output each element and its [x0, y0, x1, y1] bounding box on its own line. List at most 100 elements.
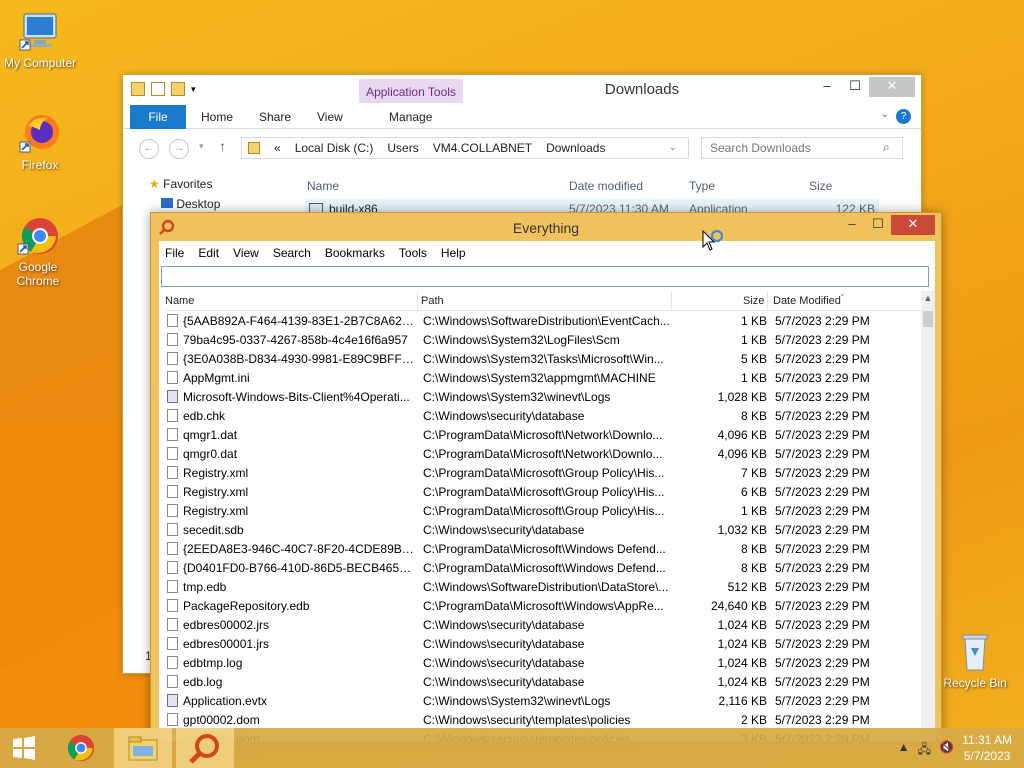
up-button[interactable]: ↑ [219, 138, 226, 154]
table-row[interactable]: qmgr1.dat C:\ProgramData\Microsoft\Networ… [163, 425, 935, 444]
chrome-icon [16, 214, 60, 258]
tab-view[interactable]: View [317, 105, 343, 129]
table-row[interactable]: secedit.sdb C:\Windows\security\database 1… [163, 520, 935, 539]
table-row[interactable]: {3E0A038B-D834-4930-9981-E89C9BFF83AA} C:… [163, 349, 935, 368]
table-row[interactable]: edbtmp.log C:\Windows\security\database 1,… [163, 653, 935, 672]
scroll-thumb[interactable] [923, 311, 933, 327]
forward-button[interactable]: → [169, 139, 189, 159]
scroll-up-icon[interactable]: ▲ [921, 293, 935, 303]
column-separator[interactable] [417, 292, 418, 310]
maximize-button[interactable]: ☐ [841, 77, 869, 97]
tab-share[interactable]: Share [259, 105, 291, 129]
table-row[interactable]: qmgr0.dat C:\ProgramData\Microsoft\Networ… [163, 444, 935, 463]
tab-manage[interactable]: Manage [389, 105, 432, 129]
table-row[interactable]: Registry.xml C:\ProgramData\Microsoft\Gro… [163, 463, 935, 482]
result-path: C:\Windows\security\database [423, 523, 585, 537]
result-date: 5/7/2023 2:29 PM [775, 333, 870, 347]
address-box[interactable]: « Local Disk (C:) Users VM4.COLLABNET Do… [241, 137, 689, 159]
nav-favorites[interactable]: ★ Favorites [149, 177, 220, 191]
help-icon[interactable]: ? [896, 109, 911, 124]
table-row[interactable]: 79ba4c95-0337-4267-858b-4c4e16f6a957 C:\W… [163, 330, 935, 349]
table-row[interactable]: tmp.edb C:\Windows\SoftwareDistribution\D… [163, 577, 935, 596]
ribbon-tabs: File Home Share View Manage ⌄ ? [123, 105, 921, 129]
breadcrumb-downloads[interactable]: Downloads [546, 141, 605, 155]
menu-bookmarks[interactable]: Bookmarks [325, 246, 385, 260]
table-row[interactable]: {2EEDA8E3-946C-40C7-8F20-4CDE89B59F... C:… [163, 539, 935, 558]
table-row[interactable]: edbres00001.jrs C:\Windows\security\datab… [163, 634, 935, 653]
volume-muted-icon[interactable]: 🔇 [939, 740, 954, 761]
table-row[interactable]: Registry.xml C:\ProgramData\Microsoft\Gro… [163, 482, 935, 501]
nav-desktop[interactable]: Desktop [161, 197, 220, 211]
column-name[interactable]: Name [307, 179, 339, 193]
recent-locations-icon[interactable]: ▾ [199, 141, 204, 152]
table-row[interactable]: PackageRepository.edb C:\ProgramData\Micr… [163, 596, 935, 615]
results-scrollbar[interactable]: ▲ [921, 291, 935, 741]
result-name: edbres00001.jrs [183, 637, 270, 651]
result-date: 5/7/2023 2:29 PM [775, 447, 870, 461]
breadcrumb-users[interactable]: Users [387, 141, 418, 155]
column-size[interactable]: Size [743, 295, 764, 307]
result-date: 5/7/2023 2:29 PM [775, 523, 870, 537]
menu-edit[interactable]: Edit [198, 246, 219, 260]
desktop-icon-my-computer[interactable]: My Computer [0, 10, 80, 70]
table-row[interactable]: edbres00002.jrs C:\Windows\security\datab… [163, 615, 935, 634]
table-row[interactable]: edb.log C:\Windows\security\database 1,024… [163, 672, 935, 691]
table-row[interactable]: AppMgmt.ini C:\Windows\System32\appmgmt\M… [163, 368, 935, 387]
explorer-search-input[interactable]: Search Downloads [701, 137, 903, 159]
breadcrumb-overflow[interactable]: « [274, 141, 281, 155]
menu-tools[interactable]: Tools [399, 246, 427, 260]
breadcrumb-local-disk[interactable]: Local Disk (C:) [295, 141, 374, 155]
column-date-modified[interactable]: Date modified [569, 179, 643, 193]
column-name[interactable]: Name [165, 295, 194, 307]
menu-view[interactable]: View [233, 246, 259, 260]
explorer-titlebar[interactable]: ▾ Application Tools Downloads – ☐ ✕ [123, 75, 921, 105]
file-icon [167, 656, 178, 669]
table-row[interactable]: Application.evtx C:\Windows\System32\wine… [163, 691, 935, 710]
back-button[interactable]: ← [139, 139, 159, 159]
column-size[interactable]: Size [809, 179, 832, 193]
result-name: edb.log [183, 675, 223, 689]
ribbon-expand-icon[interactable]: ⌄ [881, 109, 889, 120]
column-date-modified[interactable]: Date Modified [773, 295, 841, 307]
table-row[interactable]: edb.chk C:\Windows\security\database 8 KB 5… [163, 406, 935, 425]
column-separator[interactable] [671, 292, 672, 310]
tab-file[interactable]: File [130, 105, 186, 129]
column-separator[interactable] [767, 292, 768, 310]
everything-search-input[interactable] [161, 266, 929, 287]
address-dropdown-icon[interactable]: ⌄ [669, 142, 677, 153]
table-row[interactable]: {D0401FD0-B766-410D-86D5-BECB465F99... C:… [163, 558, 935, 577]
close-button[interactable]: ✕ [869, 77, 915, 97]
table-row[interactable]: {5AAB892A-F464-4139-83E1-2B7C8A621C... C:… [163, 311, 935, 330]
result-path: C:\Windows\System32\LogFiles\Scm [423, 333, 620, 347]
close-button[interactable]: ✕ [891, 215, 935, 235]
network-icon[interactable]: 🖧 [918, 740, 931, 761]
column-path[interactable]: Path [421, 295, 444, 307]
tab-home[interactable]: Home [201, 105, 233, 129]
table-row[interactable]: Microsoft-Windows-Bits-Client%4Operati..… [163, 387, 935, 406]
minimize-button[interactable]: – [813, 77, 841, 97]
menu-file[interactable]: File [165, 246, 184, 260]
taskbar-chrome[interactable] [52, 728, 110, 768]
result-date: 5/7/2023 2:29 PM [775, 428, 870, 442]
column-type[interactable]: Type [689, 179, 715, 193]
desktop-icon-firefox[interactable]: Firefox [0, 112, 80, 172]
menu-search[interactable]: Search [273, 246, 311, 260]
result-path: C:\ProgramData\Microsoft\Group Policy\Hi… [423, 504, 665, 518]
everything-titlebar[interactable]: Everything – ☐ ✕ [151, 213, 941, 241]
start-button[interactable] [0, 728, 48, 768]
taskbar-clock[interactable]: 11:31 AM 5/7/2023 [962, 732, 1012, 764]
table-row[interactable]: gpt00002.dom C:\Windows\security\template… [163, 710, 935, 729]
taskbar-everything[interactable] [176, 728, 234, 768]
minimize-button[interactable]: – [839, 215, 865, 235]
taskbar-file-explorer[interactable] [114, 728, 172, 768]
breadcrumb-user[interactable]: VM4.COLLABNET [433, 141, 532, 155]
file-icon [167, 371, 178, 384]
table-row[interactable]: Registry.xml C:\ProgramData\Microsoft\Gro… [163, 501, 935, 520]
desktop-icon-google-chrome[interactable]: Google Chrome [0, 214, 78, 288]
menu-help[interactable]: Help [441, 246, 466, 260]
desktop-icon-recycle-bin[interactable]: Recycle Bin [935, 630, 1015, 690]
result-size: 1 KB [740, 314, 767, 328]
everything-window[interactable]: Everything – ☐ ✕ File Edit View Search B… [150, 212, 942, 742]
show-hidden-icons-icon[interactable]: ▲ [898, 740, 910, 761]
maximize-button[interactable]: ☐ [865, 215, 891, 235]
